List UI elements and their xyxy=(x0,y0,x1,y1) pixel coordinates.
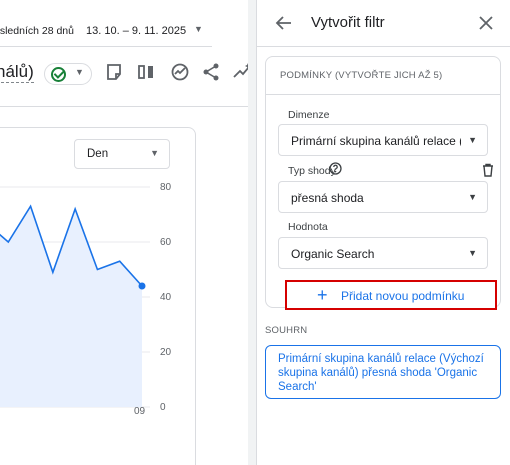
chevron-down-icon: ▼ xyxy=(468,192,477,202)
y-tick-label: 0 xyxy=(160,402,166,413)
summary-label: SOUHRN xyxy=(265,325,308,336)
value-select[interactable]: Organic Search ▼ xyxy=(278,237,488,269)
match-type-select-value: přesná shoda xyxy=(291,191,364,205)
add-condition-label: Přidat novou podmínku xyxy=(341,289,465,303)
trash-icon[interactable] xyxy=(481,163,495,177)
value-select-value: Organic Search xyxy=(291,247,375,261)
close-icon[interactable] xyxy=(477,14,495,32)
summary-text: Primární skupina kanálů relace (Výchozí … xyxy=(278,353,484,393)
y-tick-label: 40 xyxy=(160,292,172,303)
chevron-down-icon: ▼ xyxy=(468,248,477,258)
app-root: osledních 28 dnů 13. 10. – 9. 11. 2025 ▼… xyxy=(0,0,510,465)
back-arrow-icon[interactable] xyxy=(275,14,293,32)
dimension-label: Dimenze xyxy=(288,109,330,121)
add-condition-button[interactable]: + Přidat novou podmínku xyxy=(285,280,497,310)
match-type-select[interactable]: přesná shoda ▼ xyxy=(278,181,488,213)
panel-title: Vytvořit filtr xyxy=(311,14,385,31)
y-tick-label: 20 xyxy=(160,347,172,358)
divider xyxy=(266,94,500,95)
divider xyxy=(257,46,510,47)
dimension-select-value: Primární skupina kanálů relace ( xyxy=(291,134,461,148)
summary-box[interactable]: Primární skupina kanálů relace (Výchozí … xyxy=(265,345,501,399)
report-area: osledních 28 dnů 13. 10. – 9. 11. 2025 ▼… xyxy=(0,0,248,465)
dimension-select[interactable]: Primární skupina kanálů relace ( ▼ xyxy=(278,124,488,156)
y-tick-label: 60 xyxy=(160,237,172,248)
plus-icon: + xyxy=(317,285,328,305)
help-icon[interactable] xyxy=(329,162,342,175)
panel-header: Vytvořit filtr xyxy=(257,0,510,46)
conditions-heading: PODMÍNKY (VYTVOŘTE JICH AŽ 5) xyxy=(280,70,443,81)
series-area xyxy=(0,206,142,407)
y-tick-label: 80 xyxy=(160,182,172,193)
value-label: Hodnota xyxy=(288,221,328,233)
data-point[interactable] xyxy=(138,282,146,290)
x-tick-label: 09 xyxy=(134,406,146,417)
line-chart: 80 60 40 20 0 09 xyxy=(0,182,172,417)
chevron-down-icon: ▼ xyxy=(468,135,477,145)
